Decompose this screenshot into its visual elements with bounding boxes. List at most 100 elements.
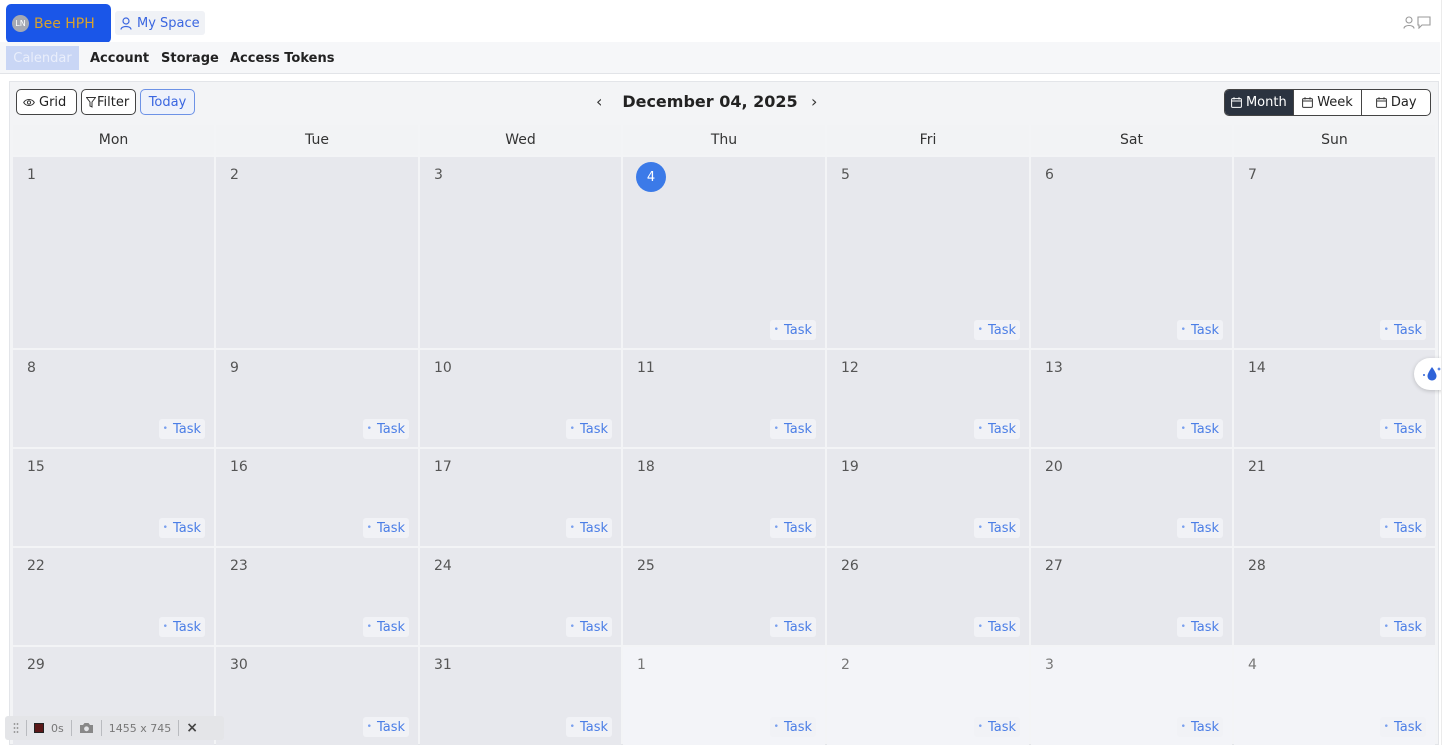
add-task-button[interactable]: • Task — [565, 617, 612, 637]
calendar-day-cell[interactable]: 7 • Task — [1234, 157, 1435, 348]
calendar-day-cell[interactable]: 20 • Task — [1031, 449, 1232, 546]
add-task-button[interactable]: • Task — [973, 419, 1020, 439]
add-task-button[interactable]: • Task — [769, 717, 816, 737]
add-task-button[interactable]: • Task — [1379, 717, 1426, 737]
calendar-day-cell[interactable]: 15 • Task — [13, 449, 214, 546]
calendar-day-cell[interactable]: 28 • Task — [1234, 548, 1435, 645]
add-task-button[interactable]: • Task — [1176, 320, 1223, 340]
close-icon[interactable]: × — [186, 720, 198, 736]
week-view-button[interactable]: Week — [1292, 90, 1362, 115]
calendar-day-cell[interactable]: 8 • Task — [13, 350, 214, 447]
divider — [70, 720, 72, 736]
calendar-day-cell[interactable]: 16 • Task — [216, 449, 418, 546]
add-task-button[interactable]: • Task — [565, 419, 612, 439]
stop-record-icon[interactable] — [34, 723, 44, 733]
calendar-day-cell[interactable]: 14 • Task — [1234, 350, 1435, 447]
day-number: 17 — [434, 459, 452, 475]
day-number: 21 — [1248, 459, 1266, 475]
add-task-button[interactable]: • Task — [362, 617, 409, 637]
calendar-day-cell[interactable]: 22 • Task — [13, 548, 214, 645]
add-task-button[interactable]: • Task — [362, 419, 409, 439]
calendar-day-cell[interactable]: 27 • Task — [1031, 548, 1232, 645]
add-task-button[interactable]: • Task — [973, 518, 1020, 538]
calendar-day-cell[interactable]: 5 • Task — [827, 157, 1029, 348]
bullet-icon: • — [366, 622, 372, 632]
add-task-button[interactable]: • Task — [565, 717, 612, 737]
calendar-day-cell[interactable]: 1 — [13, 157, 214, 348]
month-view-button[interactable]: Month — [1225, 90, 1293, 115]
add-task-button[interactable]: • Task — [769, 518, 816, 538]
add-task-button[interactable]: • Task — [769, 617, 816, 637]
add-task-button[interactable]: • Task — [1176, 419, 1223, 439]
add-task-button[interactable]: • Task — [362, 518, 409, 538]
calendar-icon — [1231, 97, 1242, 108]
calendar-day-cell[interactable]: 18 • Task — [623, 449, 825, 546]
calendar-day-cell[interactable]: 12 • Task — [827, 350, 1029, 447]
filter-button[interactable]: Filter — [81, 89, 136, 115]
brand-button[interactable]: LN Bee HPH — [6, 4, 111, 43]
calendar-day-cell[interactable]: 26 • Task — [827, 548, 1029, 645]
calendar-day-cell[interactable]: 30 • Task — [216, 647, 418, 745]
calendar-day-cell[interactable]: 17 • Task — [420, 449, 621, 546]
add-task-button[interactable]: • Task — [1176, 617, 1223, 637]
calendar-day-cell[interactable]: 3 — [420, 157, 621, 348]
tab-account[interactable]: Account — [82, 46, 157, 70]
add-task-button[interactable]: • Task — [1379, 617, 1426, 637]
calendar-day-cell[interactable]: 11 • Task — [623, 350, 825, 447]
next-month-button[interactable]: › — [811, 92, 817, 111]
calendar-day-cell[interactable]: 4 • Task — [623, 157, 825, 348]
grid-button[interactable]: Grid — [16, 89, 77, 115]
add-task-button[interactable]: • Task — [158, 617, 205, 637]
calendar-day-cell[interactable]: 10 • Task — [420, 350, 621, 447]
add-task-button[interactable]: • Task — [565, 518, 612, 538]
add-task-button[interactable]: • Task — [973, 617, 1020, 637]
calendar-day-cell[interactable]: 1 • Task — [623, 647, 825, 745]
calendar-day-cell[interactable]: 2 — [216, 157, 418, 348]
day-number: 31 — [434, 657, 452, 673]
calendar-day-cell[interactable]: 23 • Task — [216, 548, 418, 645]
add-task-button[interactable]: • Task — [1176, 518, 1223, 538]
calendar-day-cell[interactable]: 21 • Task — [1234, 449, 1435, 546]
add-task-button[interactable]: • Task — [769, 320, 816, 340]
drag-handle-icon[interactable] — [13, 722, 19, 734]
profile-icon[interactable] — [1403, 16, 1415, 29]
add-task-button[interactable]: • Task — [1379, 518, 1426, 538]
my-space-button[interactable]: My Space — [115, 11, 205, 35]
add-task-button[interactable]: • Task — [158, 419, 205, 439]
task-label: Task — [376, 719, 405, 735]
calendar-day-cell[interactable]: 19 • Task — [827, 449, 1029, 546]
divider — [26, 720, 27, 736]
calendar-day-cell[interactable]: 31 • Task — [420, 647, 621, 745]
add-task-button[interactable]: • Task — [158, 518, 205, 538]
calendar-day-cell[interactable]: 24 • Task — [420, 548, 621, 645]
droplet-sparkle-icon — [1423, 367, 1441, 381]
chat-icon[interactable] — [1417, 16, 1431, 29]
calendar-day-cell[interactable]: 2 • Task — [827, 647, 1029, 745]
add-task-button[interactable]: • Task — [1176, 717, 1223, 737]
eye-icon — [23, 98, 35, 106]
add-task-button[interactable]: • Task — [973, 320, 1020, 340]
weekday-header: Mon — [13, 125, 214, 155]
task-label: Task — [987, 619, 1016, 635]
add-task-button[interactable]: • Task — [362, 717, 409, 737]
tab-access-tokens[interactable]: Access Tokens — [222, 46, 342, 70]
add-task-button[interactable]: • Task — [769, 419, 816, 439]
day-view-button[interactable]: Day — [1361, 90, 1430, 115]
calendar-day-cell[interactable]: 9 • Task — [216, 350, 418, 447]
add-task-button[interactable]: • Task — [1379, 419, 1426, 439]
add-task-button[interactable]: • Task — [973, 717, 1020, 737]
today-button[interactable]: Today — [140, 89, 195, 115]
add-task-button[interactable]: • Task — [1379, 320, 1426, 340]
prev-month-button[interactable]: ‹ — [596, 92, 602, 111]
bullet-icon: • — [569, 622, 575, 632]
calendar-day-cell[interactable]: 4 • Task — [1234, 647, 1435, 745]
calendar-day-cell[interactable]: 25 • Task — [623, 548, 825, 645]
tab-storage[interactable]: Storage — [153, 46, 227, 70]
tab-calendar[interactable]: Calendar — [6, 46, 79, 70]
weekday-header: Thu — [623, 125, 825, 155]
calendar-day-cell[interactable]: 3 • Task — [1031, 647, 1232, 745]
camera-icon[interactable] — [79, 722, 94, 734]
calendar-day-cell[interactable]: 13 • Task — [1031, 350, 1232, 447]
page-scrollbar[interactable] — [1441, 0, 1455, 745]
calendar-day-cell[interactable]: 6 • Task — [1031, 157, 1232, 348]
